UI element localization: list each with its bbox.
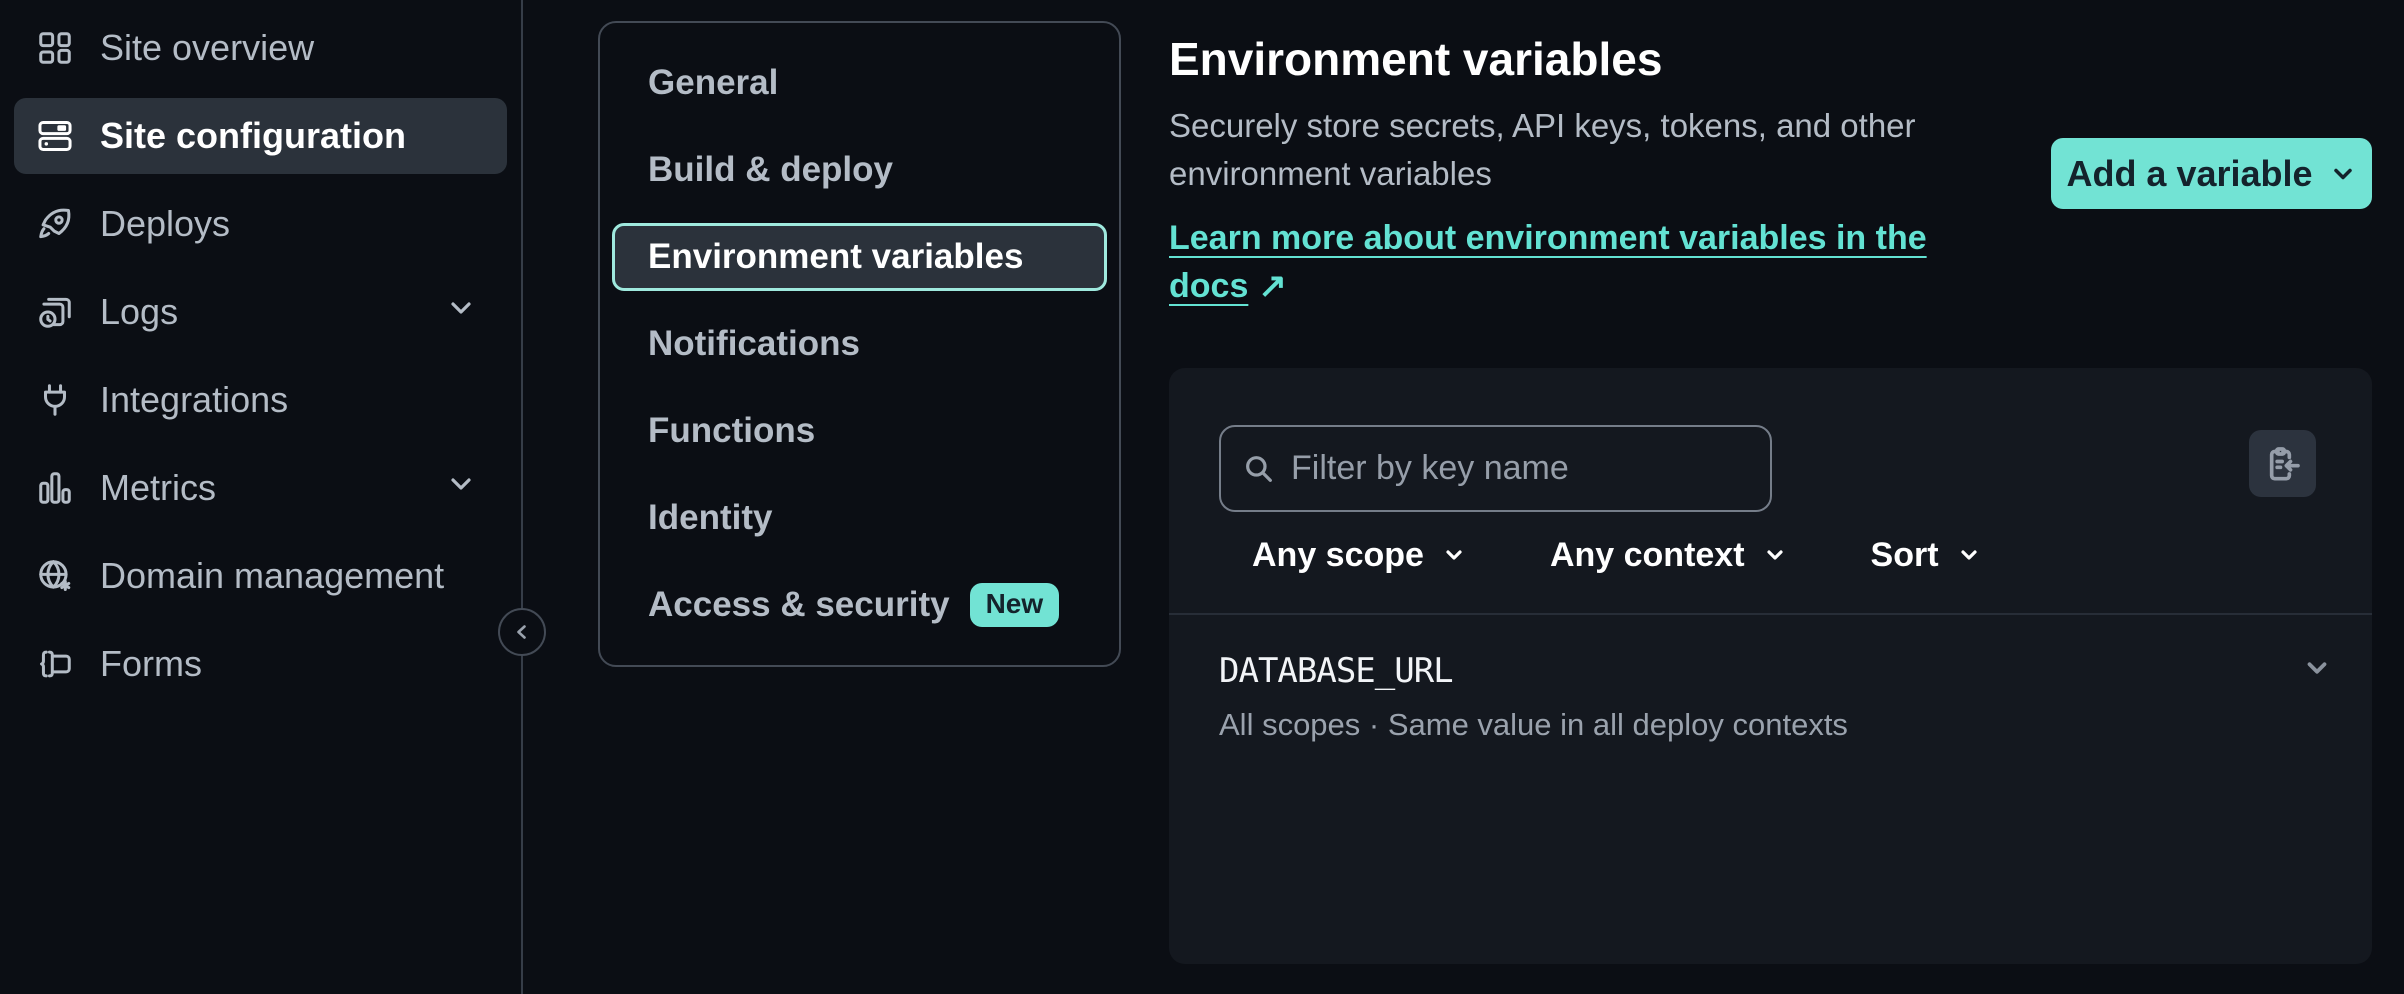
sidebar-item-label: Deploys [100,203,230,245]
forms-icon [36,645,74,683]
settings-nav-functions[interactable]: Functions [612,397,1107,465]
content-column: Environment variables Securely store sec… [1169,0,2372,994]
nav-item-label: Environment variables [648,237,1023,277]
filter-label: Any context [1550,536,1745,575]
docs-link[interactable]: Learn more about environment variables i… [1169,214,1949,310]
logs-icon [36,293,74,331]
sidebar-item-integrations[interactable]: Integrations [14,362,507,438]
site-configuration-icon [36,117,74,155]
globe-icon [36,557,74,595]
settings-nav: General Build & deploy Environment varia… [598,21,1121,667]
filter-sort[interactable]: Sort [1871,536,1981,575]
chevron-left-icon [510,620,534,644]
page-description-line: environment variables [1169,150,1949,198]
app-root: Site overview Site configuration Deploys… [0,0,2404,994]
new-badge: New [970,583,1060,627]
page-description-line: Securely store secrets, API keys, tokens… [1169,102,1949,150]
nav-item-label: Functions [648,411,815,451]
chevron-down-icon [1442,543,1466,567]
settings-nav-environment-variables[interactable]: Environment variables [612,223,1107,291]
sidebar: Site overview Site configuration Deploys… [0,0,523,994]
sidebar-item-label: Domain management [100,555,444,597]
import-env-button[interactable] [2249,430,2316,497]
chevron-down-icon[interactable] [445,291,477,333]
chevron-down-icon [2329,160,2357,188]
sidebar-item-deploys[interactable]: Deploys [14,186,507,262]
plug-icon [36,381,74,419]
chevron-down-icon [1957,543,1981,567]
filter-any-scope[interactable]: Any scope [1252,536,1466,575]
sidebar-item-logs[interactable]: Logs [14,274,507,350]
variable-key: DATABASE_URL [1219,651,1453,691]
external-link-arrow-icon: ↗ [1258,262,1287,310]
bar-chart-icon [36,469,74,507]
sidebar-item-site-configuration[interactable]: Site configuration [14,98,507,174]
chevron-down-icon[interactable] [445,467,477,509]
sidebar-item-metrics[interactable]: Metrics [14,450,507,526]
settings-nav-general[interactable]: General [612,49,1107,117]
sidebar-item-label: Metrics [100,467,216,509]
sidebar-item-domain-management[interactable]: Domain management [14,538,507,614]
sidebar-item-label: Logs [100,291,178,333]
add-variable-button[interactable]: Add a variable [2051,138,2372,209]
rocket-icon [36,205,74,243]
chevron-down-icon[interactable] [2302,653,2332,688]
settings-nav-build-deploy[interactable]: Build & deploy [612,136,1107,204]
settings-nav-notifications[interactable]: Notifications [612,310,1107,378]
variable-meta: All scopes · Same value in all deploy co… [1219,707,1848,743]
nav-item-label: Access & security [648,585,950,625]
filter-bar: Any scope Any context Sort [1252,534,1981,576]
filter-label: Any scope [1252,536,1424,575]
sidebar-item-site-overview[interactable]: Site overview [14,10,507,86]
chevron-down-icon [1763,543,1787,567]
sidebar-item-label: Integrations [100,379,288,421]
page-title: Environment variables [1169,32,1662,86]
page-description: Securely store secrets, API keys, tokens… [1169,102,1949,198]
settings-nav-access-security[interactable]: Access & security New [612,571,1107,639]
settings-nav-identity[interactable]: Identity [612,484,1107,552]
variables-panel: Any scope Any context Sort DATABASE_URL [1169,368,2372,964]
sidebar-item-label: Site overview [100,27,314,69]
site-overview-icon [36,29,74,67]
docs-link-text: Learn more about environment variables i… [1169,219,1927,257]
docs-link-text: docs [1169,267,1248,305]
filter-any-context[interactable]: Any context [1550,536,1787,575]
import-clipboard-icon [2263,444,2303,484]
sidebar-collapse-button[interactable] [498,608,546,656]
filter-search-box [1219,425,1772,512]
main-region: General Build & deploy Environment varia… [523,0,2404,994]
nav-item-label: Build & deploy [648,150,893,190]
nav-item-label: General [648,63,778,103]
sidebar-item-forms[interactable]: Forms [14,626,507,702]
search-icon [1243,453,1275,485]
nav-item-label: Notifications [648,324,860,364]
filter-search-input[interactable] [1291,449,1748,488]
sidebar-item-label: Forms [100,643,202,685]
sidebar-item-label: Site configuration [100,115,406,157]
nav-item-label: Identity [648,498,772,538]
filter-label: Sort [1871,536,1939,575]
variable-row[interactable]: DATABASE_URL All scopes · Same value in … [1169,615,2372,765]
add-variable-button-label: Add a variable [2066,153,2312,195]
